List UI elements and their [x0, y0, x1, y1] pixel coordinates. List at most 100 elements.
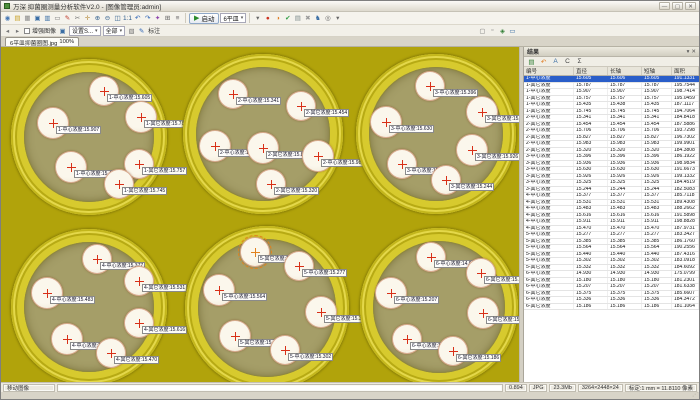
colony-label[interactable]: 3-中心浓度:15.396	[433, 89, 478, 97]
grid-icon[interactable]: ⊞	[163, 14, 172, 23]
report-icon[interactable]: ▤	[293, 14, 302, 23]
gallery-icon[interactable]: ▦	[23, 14, 32, 23]
undo-icon[interactable]: ↶	[539, 57, 548, 66]
zoom-in-icon[interactable]: ⊕	[93, 14, 102, 23]
table-cell: 2-中心浓度	[524, 115, 574, 121]
measure-icon[interactable]: ≡	[173, 14, 182, 23]
column-header[interactable]: 短轴	[642, 67, 672, 75]
measure-cross-icon	[301, 102, 302, 111]
colony-label[interactable]: 6-中心浓度:15.207	[394, 296, 439, 304]
edit-icon[interactable]: ✎	[63, 14, 72, 23]
save-all-icon[interactable]: ▥	[43, 14, 52, 23]
excel-icon[interactable]: ◈	[498, 26, 507, 35]
content-region: 1-中心浓度:15.6051-其它浓度:15.7871-中心浓度:15.9071…	[1, 47, 699, 382]
colony-label[interactable]: 6-其它浓度:15.180	[484, 276, 519, 284]
table-cell: 15.320	[574, 148, 608, 154]
column-header[interactable]: 长轴	[608, 67, 642, 75]
colony-label[interactable]: 3-其它浓度:15.936	[485, 115, 519, 123]
image-canvas[interactable]: 1-中心浓度:15.6051-其它浓度:15.7871-中心浓度:15.9071…	[1, 47, 519, 382]
print-icon[interactable]: ▭	[53, 14, 62, 23]
new-window-icon[interactable]: ▢	[478, 26, 487, 35]
table-cell: 15.483	[574, 206, 608, 212]
table-row[interactable]: 6-其它浓度15.18615.18615.186181.1064	[524, 304, 699, 311]
colony-label[interactable]: 5-中心浓度:15.302	[288, 353, 333, 361]
color-picker-icon[interactable]: ✦	[153, 14, 162, 23]
table-cell: 183.3427	[672, 232, 699, 238]
run-button[interactable]: ▶ 启动	[189, 13, 219, 24]
close-icon[interactable]: ✕	[691, 49, 696, 55]
table-cell: 188.2662	[672, 206, 699, 212]
colony-label[interactable]: 3-其它浓度:15.244	[449, 183, 494, 191]
rotate-left-icon[interactable]: ↶	[133, 14, 142, 23]
export-icon[interactable]: ▤	[527, 57, 536, 66]
colony-label[interactable]: 3-中心浓度:15.630	[389, 125, 434, 133]
table-cell: 199.1332	[672, 174, 699, 180]
delete-icon[interactable]: ✖	[303, 14, 312, 23]
camera-icon[interactable]: ◉	[3, 14, 12, 23]
maximize-button[interactable]: ▢	[672, 2, 683, 10]
target-icon[interactable]: ◎	[323, 14, 332, 23]
more-icon[interactable]: ▾	[333, 14, 342, 23]
copy-icon[interactable]: ▫	[488, 26, 497, 35]
stats-icon[interactable]: ♞	[313, 14, 322, 23]
column-header[interactable]: 编号	[524, 67, 574, 75]
colony-label[interactable]: 2-其它浓度:15.320	[274, 187, 319, 195]
zoom-fit-icon[interactable]: ◫	[113, 14, 122, 23]
dropdown-icon[interactable]: ▾	[253, 14, 262, 23]
resize-grip[interactable]: ⋰	[692, 391, 698, 398]
pin-icon[interactable]: ▾	[687, 49, 690, 55]
colony-label[interactable]: 2-中心浓度:15.983	[321, 159, 366, 167]
colony-label[interactable]: 4-其它浓度:15.470	[114, 356, 159, 364]
capture-region-icon[interactable]: ▧	[127, 26, 136, 35]
colony-label[interactable]: 6-其它浓度:15.186	[456, 354, 501, 362]
average-icon[interactable]: A	[551, 57, 560, 66]
preset-select[interactable]: 设置S... ▾	[69, 26, 101, 36]
zoom-out-icon[interactable]: ⊖	[103, 14, 112, 23]
scope-select[interactable]: 全部 ▾	[103, 26, 126, 36]
colony-label[interactable]: 3-其它浓度:15.926	[475, 153, 519, 161]
forward-icon[interactable]: ▸	[13, 26, 22, 35]
column-header[interactable]: 直径	[574, 67, 608, 75]
colony-label[interactable]: 4-其它浓度:15.616	[142, 326, 187, 334]
table-cell: 3-中心浓度	[524, 154, 574, 160]
main-toolbar: ◉▤▦▣▥▭✎✂✛⊕⊖◫1:1↶↷✦⊞≡ ▶ 启动 6平皿 ▾ ▾●◑✔▤✖♞◎…	[1, 12, 699, 25]
colony-label[interactable]: 2-其它浓度:15.454	[304, 109, 349, 117]
clear-icon[interactable]: C	[563, 57, 572, 66]
table-cell: 183.0918	[672, 258, 699, 264]
colony-label[interactable]: 4-其它浓度:15.531	[142, 284, 187, 292]
table-cell: 15.325	[642, 180, 672, 186]
table-cell: 5-其它浓度	[524, 252, 574, 258]
minimize-button[interactable]: —	[659, 2, 670, 10]
dish-count-select[interactable]: 6平皿 ▾	[220, 13, 246, 23]
measure-cross-icon	[321, 308, 322, 317]
colony-label[interactable]: 1-其它浓度:15.757	[142, 167, 187, 175]
image-tab[interactable]: 6平皿抑菌圈图.jpg 100%	[5, 37, 79, 46]
colony-label[interactable]: 4-中心浓度:15.483	[50, 296, 95, 304]
colony-label[interactable]: 6-其它浓度:15.375	[486, 316, 519, 324]
rotate-right-icon[interactable]: ↷	[143, 14, 152, 23]
colony-label[interactable]: 1-其它浓度:15.745	[122, 187, 167, 195]
sum-icon[interactable]: Σ	[575, 57, 584, 66]
annotate-icon[interactable]: ✎	[137, 26, 146, 35]
confirm-icon[interactable]: ✔	[283, 14, 292, 23]
table-cell: 1-其它浓度	[524, 83, 574, 89]
enhance-image-checkbox[interactable]: 增强图像	[24, 26, 56, 35]
table-cell: 187.4316	[672, 252, 699, 258]
close-button[interactable]: ✕	[685, 2, 696, 10]
table-cell: 185.7118	[672, 193, 699, 199]
stop-icon[interactable]: ●	[263, 14, 272, 23]
pause-icon[interactable]: ◑	[273, 14, 282, 23]
pan-icon[interactable]: ✛	[83, 14, 92, 23]
colony-label[interactable]: 5-中心浓度:15.564	[222, 293, 267, 301]
save-icon[interactable]: ▣	[33, 14, 42, 23]
open-image-icon[interactable]: ▤	[13, 14, 22, 23]
colony-label[interactable]: 1-中心浓度:15.907	[56, 126, 101, 134]
column-header[interactable]: 面积	[672, 67, 699, 75]
zoom-actual-icon[interactable]: 1:1	[123, 14, 132, 23]
back-icon[interactable]: ◂	[3, 26, 12, 35]
mail-icon[interactable]: ▭	[508, 26, 517, 35]
table-cell: 15.911	[642, 219, 672, 225]
cut-icon[interactable]: ✂	[73, 14, 82, 23]
colony-label[interactable]: 2-中心浓度:15.341	[236, 97, 281, 105]
colony-label[interactable]: 5-中心浓度:15.277	[302, 269, 347, 277]
